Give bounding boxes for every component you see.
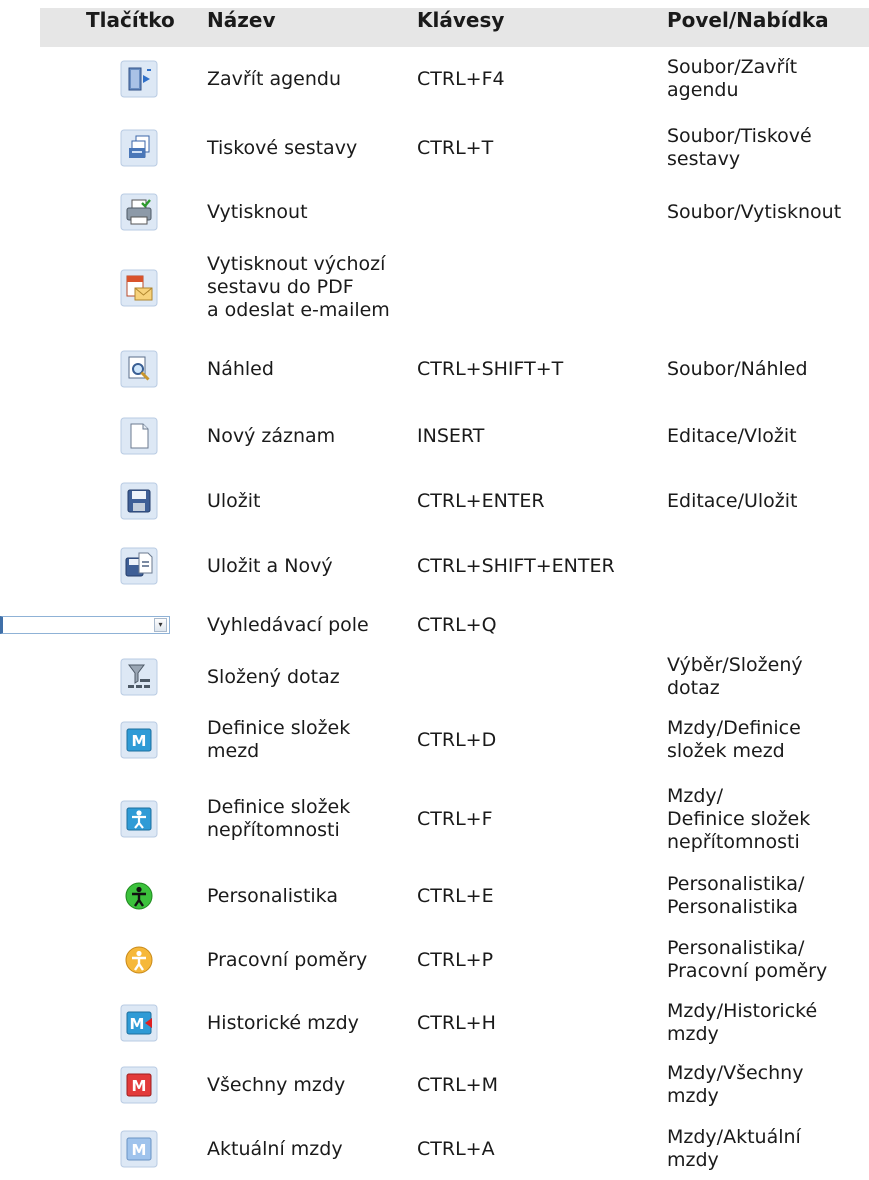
row-keys: CTRL+P — [417, 948, 494, 971]
header-keys: Klávesy — [417, 8, 505, 32]
row-command: Mzdy/Všechny mzdy — [667, 1062, 804, 1107]
table-row: Personalistika CTRL+E Personalistika/ Pe… — [0, 866, 869, 926]
row-name: Definice složek nepřítomnosti — [207, 796, 351, 841]
header-name: Název — [207, 8, 276, 32]
search-field-dropdown[interactable]: ▾ — [0, 616, 170, 634]
row-command: Mzdy/Historické mzdy — [667, 1000, 818, 1045]
row-name: Vytisknout výchozí sestavu do PDF a odes… — [207, 253, 390, 321]
row-keys: CTRL+E — [417, 884, 494, 907]
row-command: Mzdy/ Definice složek nepřítomnosti — [667, 784, 811, 853]
chevron-down-icon[interactable]: ▾ — [154, 618, 167, 632]
table-row: Definice složek nepřítomnosti CTRL+F Mzd… — [0, 775, 869, 863]
row-name: Složený dotaz — [207, 665, 340, 688]
row-name: Zavřít agendu — [207, 67, 342, 90]
row-keys: INSERT — [417, 424, 485, 447]
absence-components-icon[interactable] — [120, 800, 158, 838]
table-row: M Definice složek mezd CTRL+D Mzdy/Defin… — [0, 710, 869, 770]
row-name: Vytisknout — [207, 200, 308, 223]
save-icon[interactable] — [120, 482, 158, 520]
row-command: Výběr/Složený dotaz — [667, 654, 803, 699]
close-agenda-icon[interactable] — [120, 60, 158, 98]
table-row: Vytisknout Soubor/Vytisknout — [0, 185, 869, 239]
svg-text:M: M — [132, 1077, 147, 1095]
row-keys — [417, 185, 667, 239]
row-keys — [417, 648, 667, 706]
row-name: Náhled — [207, 357, 274, 380]
historic-payroll-icon[interactable]: M — [120, 1004, 158, 1042]
table-row: Uložit a Nový CTRL+SHIFT+ENTER — [0, 537, 869, 595]
row-name: Vyhledávací pole — [207, 613, 369, 636]
row-keys: CTRL+T — [417, 136, 494, 159]
row-keys: CTRL+F4 — [417, 67, 505, 90]
new-record-icon[interactable] — [120, 417, 158, 455]
row-keys: CTRL+F — [417, 807, 493, 830]
all-payroll-icon[interactable]: M — [120, 1066, 158, 1104]
svg-text:M: M — [130, 1015, 145, 1033]
row-keys: CTRL+M — [417, 1073, 498, 1096]
header-command: Povel/Nabídka — [667, 8, 829, 32]
row-name: Historické mzdy — [207, 1011, 359, 1034]
table-row: Uložit CTRL+ENTER Editace/Uložit — [0, 472, 869, 530]
row-name: Uložit a Nový — [207, 554, 333, 577]
row-command: Editace/Uložit — [667, 489, 798, 512]
table-row: M Aktuální mzdy CTRL+A Mzdy/Aktuální mzd… — [0, 1118, 869, 1180]
row-keys: CTRL+SHIFT+T — [417, 357, 564, 380]
row-command: Mzdy/Definice složek mezd — [667, 717, 801, 762]
table-row: Nový záznam INSERT Editace/Vložit — [0, 407, 869, 465]
print-reports-icon[interactable] — [120, 129, 158, 167]
svg-text:M: M — [132, 1141, 147, 1159]
row-command — [667, 600, 867, 650]
row-keys: CTRL+D — [417, 728, 497, 751]
row-keys: CTRL+A — [417, 1137, 495, 1160]
row-name: Všechny mzdy — [207, 1073, 346, 1096]
preview-icon[interactable] — [120, 350, 158, 388]
row-command — [667, 537, 867, 595]
row-command: Soubor/Náhled — [667, 357, 808, 380]
row-name: Aktuální mzdy — [207, 1137, 343, 1160]
payroll-components-icon[interactable]: M — [120, 721, 158, 759]
row-name: Nový záznam — [207, 424, 336, 447]
personnel-icon[interactable] — [120, 877, 158, 915]
row-command: Soubor/Tiskové sestavy — [667, 125, 812, 170]
employment-icon[interactable] — [120, 941, 158, 979]
table-row: Vytisknout výchozí sestavu do PDF a odes… — [0, 245, 869, 330]
row-name: Definice složek mezd — [207, 717, 351, 762]
table-row: M Všechny mzdy CTRL+M Mzdy/Všechny mzdy — [0, 1055, 869, 1115]
row-keys: CTRL+H — [417, 1011, 496, 1034]
table-row: Náhled CTRL+SHIFT+T Soubor/Náhled — [0, 340, 869, 398]
compound-query-icon[interactable] — [120, 658, 158, 696]
table-row: M Historické mzdy CTRL+H Mzdy/Historické… — [0, 993, 869, 1053]
row-keys — [417, 245, 667, 330]
row-command: Personalistika/ Personalistika — [667, 873, 805, 918]
row-command — [667, 245, 867, 330]
printer-icon[interactable] — [120, 193, 158, 231]
row-name: Uložit — [207, 489, 261, 512]
pdf-email-icon[interactable] — [120, 269, 158, 307]
table-row: ▾ Vyhledávací pole CTRL+Q — [0, 600, 869, 650]
table-row: Pracovní poměry CTRL+P Personalistika/ P… — [0, 930, 869, 990]
row-command: Editace/Vložit — [667, 424, 797, 447]
current-payroll-icon[interactable]: M — [120, 1130, 158, 1168]
row-keys: CTRL+SHIFT+ENTER — [417, 554, 615, 577]
row-name: Pracovní poměry — [207, 948, 368, 971]
table-row: Zavřít agendu CTRL+F4 Soubor/Zavřít agen… — [0, 50, 869, 108]
row-keys: CTRL+ENTER — [417, 489, 545, 512]
row-command: Soubor/Vytisknout — [667, 200, 842, 223]
table-row: Složený dotaz Výběr/Složený dotaz — [0, 648, 869, 706]
row-name: Tiskové sestavy — [207, 136, 358, 159]
row-keys: CTRL+Q — [417, 613, 497, 636]
table-row: Tiskové sestavy CTRL+T Soubor/Tiskové se… — [0, 118, 869, 178]
row-command: Mzdy/Aktuální mzdy — [667, 1126, 801, 1171]
svg-text:M: M — [132, 732, 147, 750]
row-name: Personalistika — [207, 884, 338, 907]
row-command: Soubor/Zavřít agendu — [667, 56, 798, 101]
save-new-icon[interactable] — [120, 547, 158, 585]
row-command: Personalistika/ Pracovní poměry — [667, 937, 828, 982]
header-button: Tlačítko — [86, 8, 175, 32]
